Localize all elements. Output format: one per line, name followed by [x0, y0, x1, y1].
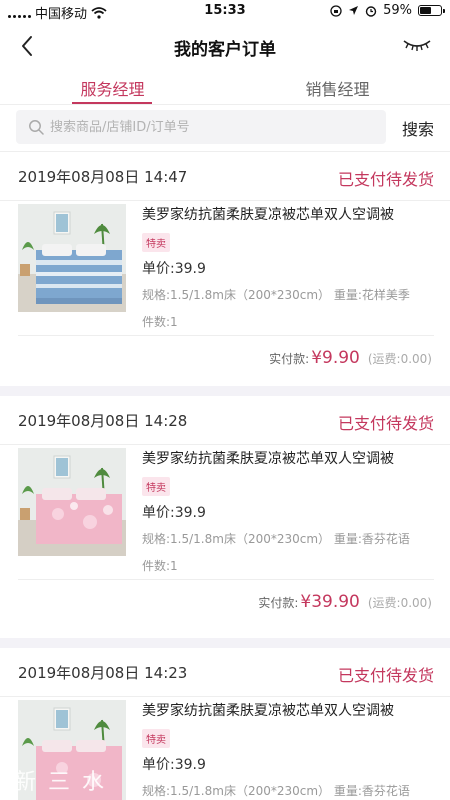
product-name[interactable]: 美罗家纺抗菌柔肤夏凉被芯单双人空调被 — [142, 204, 432, 224]
product-image[interactable] — [18, 448, 126, 556]
section-gap — [0, 638, 450, 648]
hide-eye-icon[interactable] — [402, 36, 432, 56]
paid-label: 实付款: — [269, 352, 310, 366]
product-name[interactable]: 美罗家纺抗菌柔肤夏凉被芯单双人空调被 — [142, 700, 432, 720]
manager-tabs: 服务经理 销售经理 — [0, 70, 450, 104]
search-button[interactable]: 搜索 — [402, 116, 434, 140]
watermark: 新三水 — [14, 770, 117, 795]
divider — [0, 104, 450, 105]
order-card[interactable]: 2019年08月08日 14:47 已支付待发货 美罗家纺抗菌柔肤夏凉被芯单双人… — [0, 152, 450, 384]
product-spec: 规格:1.5/1.8m床（200*230cm） 重量:花样美季 — [142, 288, 410, 302]
location-icon — [349, 6, 359, 15]
paid-amount: ¥9.90 — [311, 348, 360, 368]
divider — [0, 200, 450, 201]
divider — [18, 335, 434, 336]
product-image[interactable] — [18, 204, 126, 312]
order-date: 2019年08月08日 14:28 — [18, 412, 188, 430]
divider — [0, 696, 450, 697]
tab-service-manager[interactable]: 服务经理 — [0, 76, 225, 100]
product-spec: 规格:1.5/1.8m床（200*230cm） 重量:香芬花语 — [142, 784, 410, 798]
status-bar: 中国移动 15:33 59% — [0, 0, 450, 22]
search-icon — [29, 120, 44, 135]
sale-badge: 特卖 — [142, 729, 170, 748]
product-name[interactable]: 美罗家纺抗菌柔肤夏凉被芯单双人空调被 — [142, 448, 432, 468]
bedding-photo — [18, 204, 126, 312]
unit-price: 单价:39.9 — [142, 261, 206, 277]
order-date: 2019年08月08日 14:23 — [18, 664, 188, 682]
payment-summary: 实付款: ¥39.90 (运费:0.00) — [258, 592, 432, 612]
battery-icon — [418, 5, 445, 16]
order-date: 2019年08月08日 14:47 — [18, 168, 188, 186]
paid-amount: ¥39.90 — [300, 592, 360, 612]
orientation-lock-icon — [330, 4, 342, 17]
divider — [18, 579, 434, 580]
tab-sales-manager[interactable]: 销售经理 — [225, 76, 450, 100]
nav-bar: 我的客户订单 — [0, 22, 450, 70]
bedding-photo — [18, 448, 126, 556]
product-spec: 规格:1.5/1.8m床（200*230cm） 重量:香芬花语 — [142, 532, 410, 546]
paid-label: 实付款: — [258, 596, 299, 610]
divider — [0, 444, 450, 445]
order-status: 已支付待发货 — [337, 414, 434, 433]
order-status: 已支付待发货 — [337, 170, 434, 189]
unit-price: 单价:39.9 — [142, 757, 206, 773]
item-count: 件数:1 — [142, 559, 178, 573]
freight-fee: (运费:0.00) — [367, 596, 432, 610]
alarm-icon — [365, 5, 377, 17]
payment-summary: 实付款: ¥9.90 (运费:0.00) — [269, 348, 432, 368]
section-gap — [0, 386, 450, 396]
page-title: 我的客户订单 — [174, 40, 276, 60]
freight-fee: (运费:0.00) — [367, 352, 432, 366]
search-box — [16, 110, 386, 144]
order-card[interactable]: 2019年08月08日 14:28 已支付待发货 美罗家纺抗菌柔肤夏凉被芯单双人… — [0, 396, 450, 636]
search-input[interactable] — [50, 110, 370, 144]
sale-badge: 特卖 — [142, 233, 170, 252]
item-count: 件数:1 — [142, 315, 178, 329]
battery-percent: 59% — [383, 3, 412, 18]
order-status: 已支付待发货 — [337, 666, 434, 685]
search-row: 搜索 — [0, 108, 450, 148]
sale-badge: 特卖 — [142, 477, 170, 496]
unit-price: 单价:39.9 — [142, 505, 206, 521]
